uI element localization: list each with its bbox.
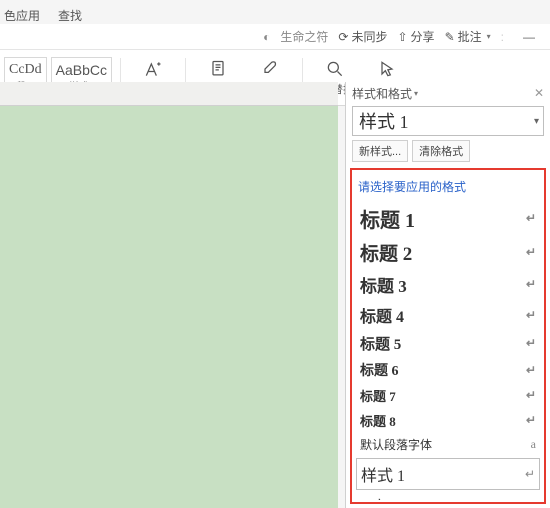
style-item-label: 标题 2 [360, 239, 412, 266]
new-style-icon [143, 59, 163, 79]
share-icon: ⇧ [397, 30, 407, 44]
panel-title-dropdown-icon[interactable]: ▾ [414, 89, 418, 98]
style-list: 标题 1 ↵ 标题 2 ↵ 标题 3 ↵ 标题 4 ↵ 标题 5 ↵ 标题 6 ↵ 标题 7 ↵ 标题 8 ↵… [356, 201, 540, 500]
style-list-item[interactable]: 正文 ↵ [356, 492, 540, 500]
style-list-item[interactable]: 标题 1 ↵ [356, 201, 540, 236]
style-list-item[interactable]: 标题 7 ↵ [356, 383, 540, 408]
apply-format-hint: 请选择要应用的格式 [356, 174, 540, 201]
style-item-label: 标题 6 [360, 360, 399, 380]
tab-find[interactable]: 查找 [58, 7, 82, 24]
style-preview: AaBbCc [56, 62, 107, 78]
highlight-box: 请选择要应用的格式 标题 1 ↵ 标题 2 ↵ 标题 3 ↵ 标题 4 ↵ 标题 5 ↵ 标题 6 ↵… [350, 168, 546, 504]
current-style-display[interactable]: 样式 1 ▾ [352, 106, 544, 136]
style-item-label: 标题 1 [360, 204, 415, 233]
document-canvas[interactable]: 完；问号须加有 用它意未尽；冒 的标点符号用法。 使用它气舒缓。 例外，其他一概 [0, 106, 338, 508]
style-item-label: 正文 [360, 495, 386, 500]
chevron-down-icon: ▾ [487, 32, 491, 41]
style-list-item[interactable]: 标题 2 ↵ [356, 236, 540, 269]
style-item-label: 标题 3 [360, 272, 407, 297]
share-button[interactable]: ⇧ 分享 [397, 28, 434, 45]
style-list-item[interactable]: 默认段落字体 a [356, 433, 540, 456]
style-item-label: 标题 8 [360, 411, 396, 430]
style-list-item[interactable]: 标题 5 ↵ [356, 330, 540, 357]
user-name: 生命之符 [280, 28, 328, 45]
share-label: 分享 [411, 28, 435, 45]
annotate-button[interactable]: ✎ 批注 ▾ [445, 28, 491, 45]
paragraph-mark-icon: ↵ [526, 277, 536, 292]
annotate-icon: ✎ [445, 30, 455, 44]
paragraph-mark-icon: ↵ [526, 388, 536, 403]
annotate-label: 批注 [458, 28, 482, 45]
paragraph-mark-icon: ↵ [526, 413, 536, 428]
horizontal-ruler[interactable] [0, 82, 338, 106]
style-list-item[interactable]: 标题 8 ↵ [356, 408, 540, 433]
paragraph-mark-icon: ↵ [525, 467, 535, 482]
minimize-button[interactable]: — [514, 30, 544, 44]
style-item-label: 标题 5 [360, 333, 401, 354]
paragraph-mark-icon: ↵ [526, 363, 536, 378]
user-avatar-icon[interactable]: ◐ [263, 30, 270, 44]
page: 完；问号须加有 用它意未尽；冒 的标点符号用法。 使用它气舒缓。 例外，其他一概 [0, 106, 220, 446]
chevron-down-icon: ▾ [534, 116, 539, 127]
paragraph-mark-icon: ↵ [526, 211, 536, 226]
sync-button[interactable]: ⟳ 未同步 [338, 28, 387, 45]
panel-title: 样式和格式 [352, 85, 412, 102]
style-item-label: 默认段落字体 [360, 436, 432, 453]
styles-panel: 样式和格式 ▾ ✕ 样式 1 ▾ 新样式... 清除格式 请选择要应用的格式 标… [345, 82, 550, 508]
paragraph-mark-icon: ↵ [526, 245, 536, 260]
clear-format-button[interactable]: 清除格式 [412, 140, 470, 162]
paragraph-mark-icon: a [531, 437, 536, 452]
current-style-name: 样式 1 [359, 108, 409, 134]
sync-label: 未同步 [351, 28, 387, 45]
search-icon [325, 59, 345, 79]
paragraph-mark-icon: ↵ [526, 497, 536, 500]
paragraph-mark-icon: ↵ [526, 336, 536, 351]
style-list-item[interactable]: 标题 6 ↵ [356, 357, 540, 383]
paragraph-mark-icon: ↵ [526, 308, 536, 323]
tab-feature-apps[interactable]: 色应用 [4, 7, 40, 24]
style-item-label: 样式 1 [361, 462, 405, 486]
text-tool-icon [260, 59, 280, 79]
new-style-panel-button[interactable]: 新样式... [352, 140, 408, 162]
divider: : [501, 30, 504, 44]
style-list-item[interactable]: 标题 3 ↵ [356, 269, 540, 300]
close-panel-button[interactable]: ✕ [534, 86, 544, 100]
doc-helper-icon [208, 59, 228, 79]
style-list-item[interactable]: 样式 1 ↵ [356, 458, 540, 490]
style-list-item[interactable]: 标题 4 ↵ [356, 300, 540, 330]
style-item-label: 标题 4 [360, 303, 404, 327]
style-item-label: 标题 7 [360, 386, 396, 405]
sync-icon: ⟳ [338, 30, 348, 44]
style-preview: CcDd [9, 62, 42, 78]
cursor-icon [377, 59, 397, 79]
